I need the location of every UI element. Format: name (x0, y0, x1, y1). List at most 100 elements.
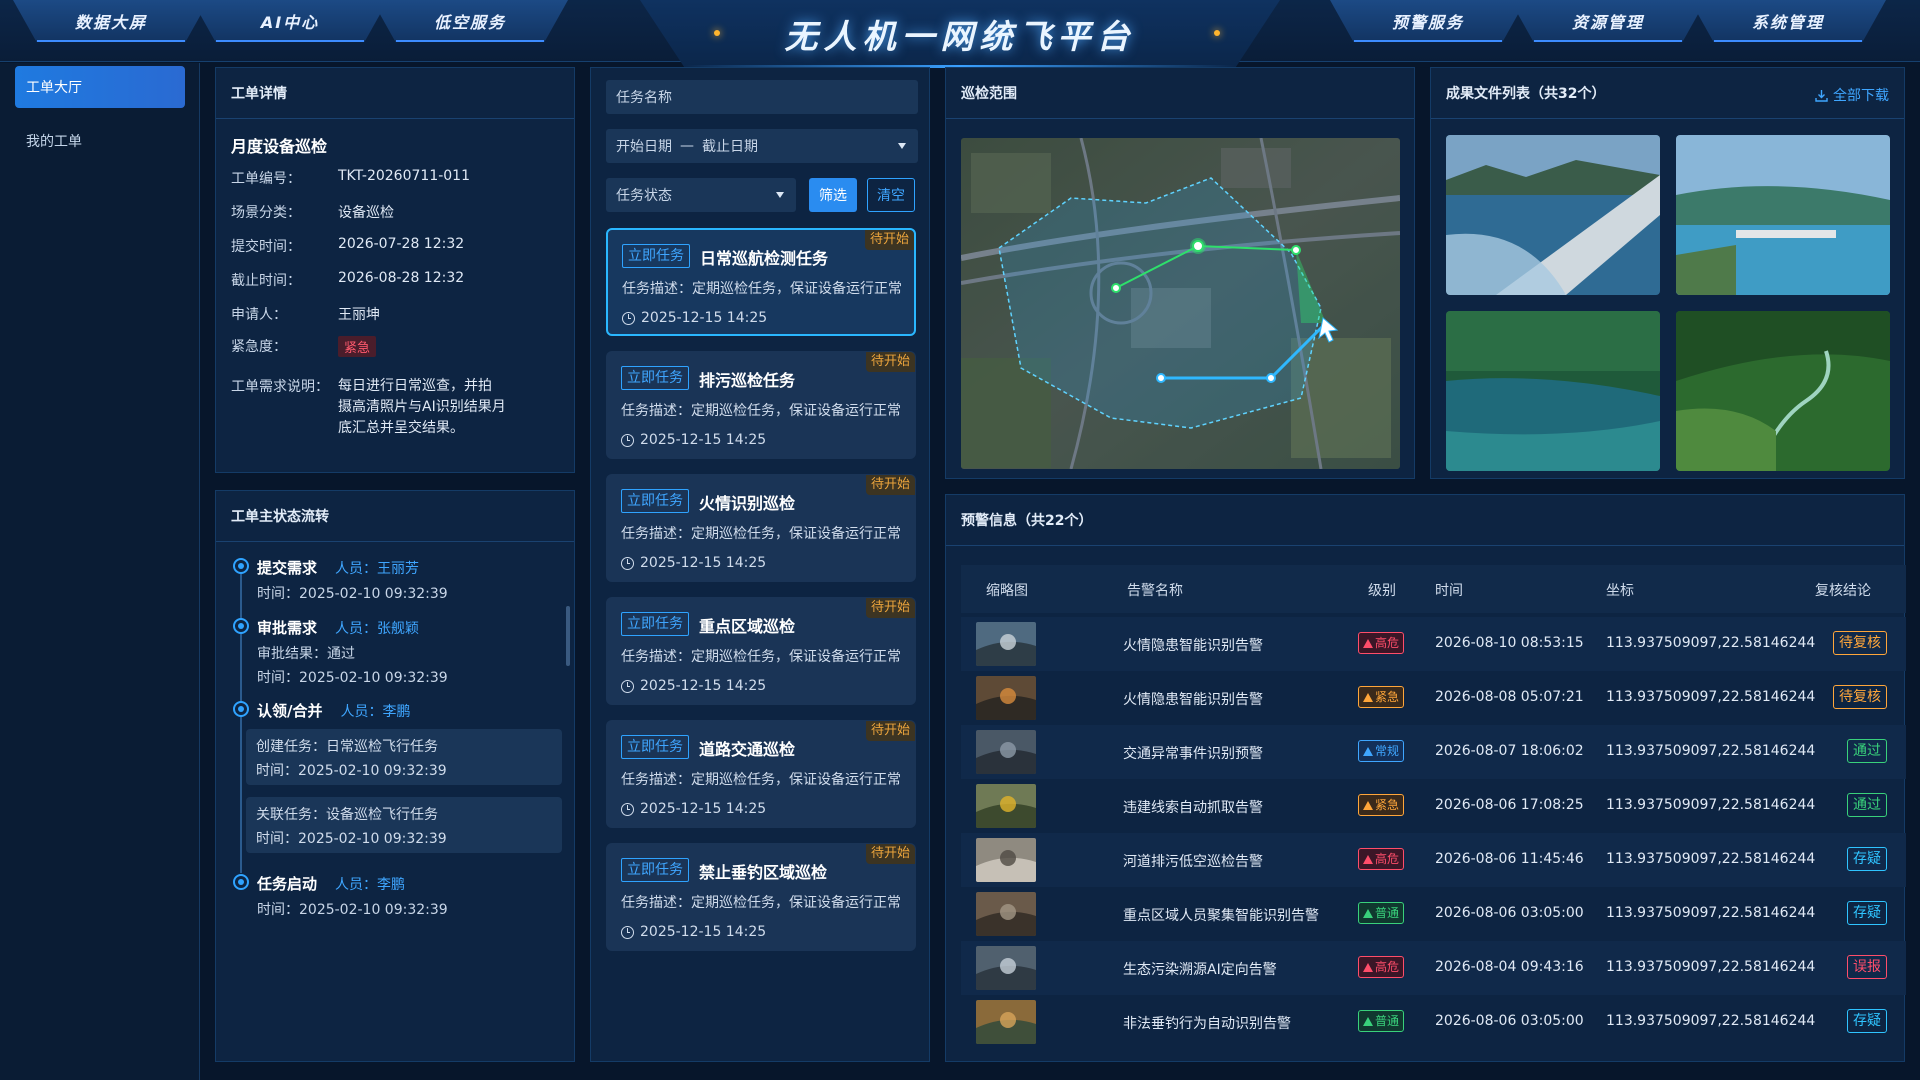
patrol-map[interactable] (961, 138, 1400, 469)
step-result: 审批结果：通过 (257, 646, 355, 662)
top-header: 数据大屏 AI中心 低空服务 无人机一网统飞平台 预警服务 资源管理 系统管理 (0, 0, 1920, 68)
review-result-badge[interactable]: 通过 (1847, 793, 1887, 817)
review-result-badge[interactable]: 通过 (1847, 739, 1887, 763)
review-result-badge[interactable]: 误报 (1847, 955, 1887, 979)
sidebar-item-ticket-hall[interactable]: 工单大厅 (15, 66, 185, 108)
task-card[interactable]: 待开始 立即任务 道路交通巡检 任务描述：定期巡检任务，保证设备运行正常 2025-12… (606, 720, 916, 828)
alert-thumbnail[interactable] (976, 784, 1036, 828)
task-status-select[interactable]: 任务状态 (606, 178, 796, 212)
table-row[interactable]: 重点区域人员聚集智能识别告警 普通 2026-08-06 03:05:00 113.9… (961, 887, 1906, 941)
review-result-badge[interactable]: 待复核 (1833, 685, 1887, 709)
result-image-dam[interactable] (1446, 135, 1660, 295)
download-icon (1815, 89, 1828, 102)
download-all-button[interactable]: 全部下载 (1815, 85, 1889, 105)
sidebar: 工单大厅 我的工单 (0, 63, 200, 1080)
task-description: 任务描述：定期巡检任务，保证设备运行正常 (622, 281, 902, 297)
task-name: 道路交通巡检 (699, 740, 796, 759)
field-label: 截止时间： (231, 273, 301, 289)
level-text: 高危 (1375, 852, 1400, 866)
map-svg[interactable] (961, 138, 1400, 469)
alert-name: 火情隐患智能识别告警 (1123, 638, 1263, 654)
task-card[interactable]: 待开始 立即任务 禁止垂钓区域巡检 任务描述：定期巡检任务，保证设备运行正常 2025-… (606, 843, 916, 951)
task-name-search[interactable]: 任务名称 (606, 80, 918, 114)
filter-button[interactable]: 筛选 (809, 178, 857, 212)
nav-tab-ai-center[interactable]: AI中心 (192, 0, 388, 42)
table-row[interactable]: 交通异常事件识别预警 常规 2026-08-07 18:06:02 113.93750… (961, 725, 1906, 779)
sidebar-item-my-tickets[interactable]: 我的工单 (15, 120, 185, 162)
clock-icon (621, 679, 634, 693)
divider (946, 545, 1904, 546)
scrollbar-thumb[interactable] (566, 606, 570, 666)
nav-tab-dashboard[interactable]: 数据大屏 (13, 0, 209, 42)
table-row[interactable]: 非法垂钓行为自动识别告警 普通 2026-08-06 03:05:00 113.937… (961, 995, 1906, 1049)
task-card[interactable]: 待开始 立即任务 重点区域巡检 任务描述：定期巡检任务，保证设备运行正常 2025-12… (606, 597, 916, 705)
box-line: 关联任务：设备巡检飞行任务 (256, 807, 438, 823)
linked-task-box[interactable]: 创建任务：日常巡检飞行任务 时间：2025-02-10 09:32:39 (246, 729, 562, 785)
timeline-dot (233, 558, 249, 574)
linked-task-box[interactable]: 关联任务：设备巡检飞行任务 时间：2025-02-10 09:32:39 (246, 797, 562, 853)
field-label: 紧急度： (231, 339, 287, 355)
table-row[interactable]: 火情隐患智能识别告警 高危 2026-08-10 08:53:15 113.93750… (961, 617, 1906, 671)
timeline-dot (233, 874, 249, 890)
result-image-valley[interactable] (1676, 311, 1890, 471)
clock-icon (621, 925, 634, 939)
nav-tab-warning[interactable]: 预警服务 (1330, 0, 1526, 42)
review-result-badge[interactable]: 存疑 (1847, 901, 1887, 925)
task-name: 火情识别巡检 (699, 494, 796, 513)
review-result-badge[interactable]: 存疑 (1847, 1009, 1887, 1033)
alert-thumbnail[interactable] (976, 730, 1036, 774)
task-card[interactable]: 待开始 立即任务 火情识别巡检 任务描述：定期巡检任务，保证设备运行正常 2025-12… (606, 474, 916, 582)
alert-thumbnail[interactable] (976, 892, 1036, 936)
thumbnail-image (976, 946, 1036, 990)
patrol-range-panel: 巡检范围 (945, 67, 1415, 479)
task-status-badge: 待开始 (865, 352, 915, 372)
clock-icon (621, 556, 634, 570)
ticket-name: 月度设备巡检 (231, 137, 328, 156)
review-result-badge[interactable]: 存疑 (1847, 847, 1887, 871)
ticket-detail-panel: 工单详情 月度设备巡检 工单编号： TKT-20260711-011 场景分类： 设… (215, 67, 575, 473)
box-line: 创建任务：日常巡检飞行任务 (256, 739, 438, 755)
task-time: 2025-12-15 14:25 (621, 432, 766, 448)
task-card[interactable]: 待开始 立即任务 排污巡检任务 任务描述：定期巡检任务，保证设备运行正常 2025-12… (606, 351, 916, 459)
result-image-forest-lake[interactable] (1446, 311, 1660, 471)
result-image-reservoir[interactable] (1676, 135, 1890, 295)
task-description: 任务描述：定期巡检任务，保证设备运行正常 (621, 649, 901, 665)
table-row[interactable]: 火情隐患智能识别告警 紧急 2026-08-08 05:07:21 113.93750… (961, 671, 1906, 725)
level-badge: 紧急 (1358, 794, 1405, 816)
divider (216, 541, 574, 542)
alert-name: 火情隐患智能识别告警 (1123, 692, 1263, 708)
table-row[interactable]: 河道排污低空巡检告警 高危 2026-08-06 11:45:46 113.93750… (961, 833, 1906, 887)
alert-coordinate: 113.937509097,22.58146244 (1606, 797, 1816, 813)
task-description: 任务描述：定期巡检任务，保证设备运行正常 (621, 772, 901, 788)
timeline-dot (233, 701, 249, 717)
alert-time: 2026-08-06 11:45:46 (1435, 851, 1584, 867)
thumbnail-image (976, 892, 1036, 936)
thumbnail-image (976, 1000, 1036, 1044)
alert-thumbnail[interactable] (976, 622, 1036, 666)
alert-thumbnail[interactable] (976, 838, 1036, 882)
valley-image (1676, 311, 1890, 471)
table-row[interactable]: 违建线索自动抓取告警 紧急 2026-08-06 17:08:25 113.93750… (961, 779, 1906, 833)
level-badge: 普通 (1358, 1010, 1405, 1032)
nav-tab-system[interactable]: 系统管理 (1690, 0, 1886, 42)
step-time: 时间：2025-02-10 09:32:39 (257, 670, 448, 686)
alert-thumbnail[interactable] (976, 1000, 1036, 1044)
review-result-badge[interactable]: 待复核 (1833, 631, 1887, 655)
task-time: 2025-12-15 14:25 (621, 801, 766, 817)
nav-tab-resources[interactable]: 资源管理 (1510, 0, 1706, 42)
task-time-value: 2025-12-15 14:25 (640, 555, 767, 571)
alert-thumbnail[interactable] (976, 676, 1036, 720)
date-range-picker[interactable]: 开始日期 — 截止日期 (606, 129, 918, 163)
field-applicant: 申请人： 王丽坤 (231, 304, 380, 324)
nav-tab-low-altitude[interactable]: 低空服务 (372, 0, 568, 42)
field-value: 2026-07-28 12:32 (338, 236, 465, 252)
title-deco-dot (714, 30, 720, 36)
task-card[interactable]: 待开始 立即任务 日常巡航检测任务 任务描述：定期巡检任务，保证设备运行正常 2025-… (606, 228, 916, 336)
column-header: 告警名称 (1127, 583, 1183, 599)
clear-button[interactable]: 清空 (867, 178, 915, 212)
alert-name: 重点区域人员聚集智能识别告警 (1123, 908, 1319, 924)
table-row[interactable]: 生态污染溯源AI定向告警 高危 2026-08-04 09:43:16 113.937… (961, 941, 1906, 995)
task-time-value: 2025-12-15 14:25 (640, 801, 767, 817)
alert-coordinate: 113.937509097,22.58146244 (1606, 635, 1816, 651)
alert-thumbnail[interactable] (976, 946, 1036, 990)
